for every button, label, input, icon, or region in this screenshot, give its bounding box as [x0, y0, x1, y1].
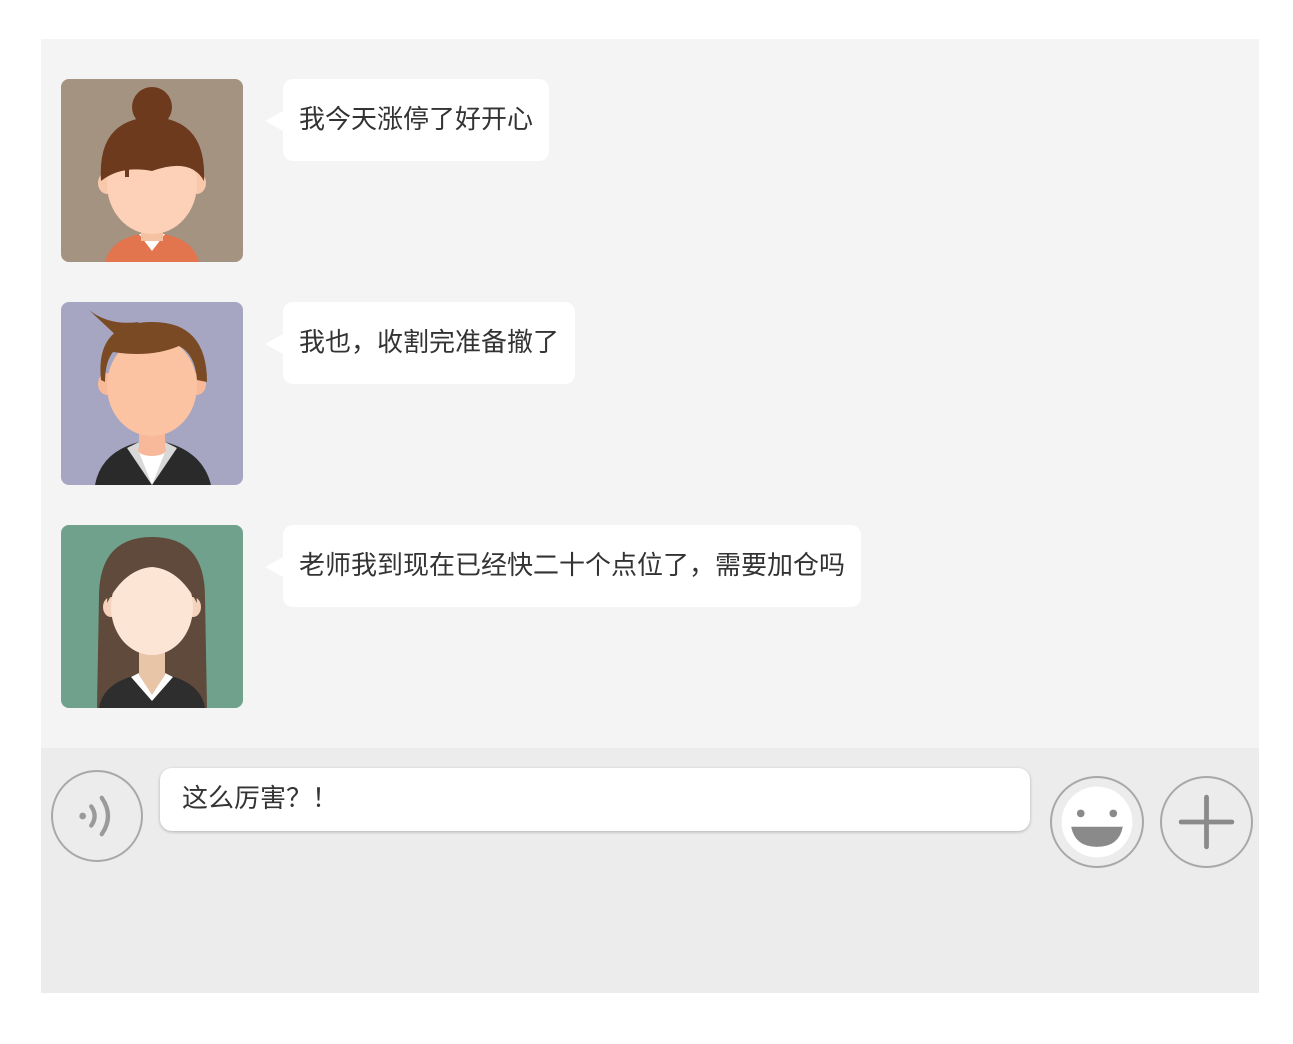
- voice-icon: [79, 795, 111, 837]
- input-bar: 这么厉害？！: [41, 748, 1259, 993]
- emoji-icon: [1061, 786, 1133, 858]
- woman-long-hair-avatar-icon[interactable]: [61, 525, 243, 708]
- message-bubble[interactable]: 我也，收割完准备撤了: [264, 302, 576, 384]
- message-input[interactable]: 这么厉害？！: [160, 768, 1030, 831]
- chat-window: 我今天涨停了好开心 我也，收割完准备撤了 老师我到现在已经快二十个点位了，需要加…: [41, 39, 1259, 993]
- message-bubble[interactable]: 老师我到现在已经快二十个点位了，需要加仓吗: [264, 525, 862, 607]
- voice-button[interactable]: [51, 770, 143, 862]
- plus-button[interactable]: [1160, 776, 1253, 868]
- message-bubble[interactable]: 我今天涨停了好开心: [264, 79, 550, 161]
- woman-bun-avatar-icon[interactable]: [61, 79, 243, 262]
- plus-icon: [1178, 794, 1235, 850]
- emoji-button[interactable]: [1050, 776, 1144, 868]
- message-list[interactable]: 我今天涨停了好开心 我也，收割完准备撤了 老师我到现在已经快二十个点位了，需要加…: [41, 39, 1259, 748]
- man-suit-avatar-icon[interactable]: [61, 302, 243, 485]
